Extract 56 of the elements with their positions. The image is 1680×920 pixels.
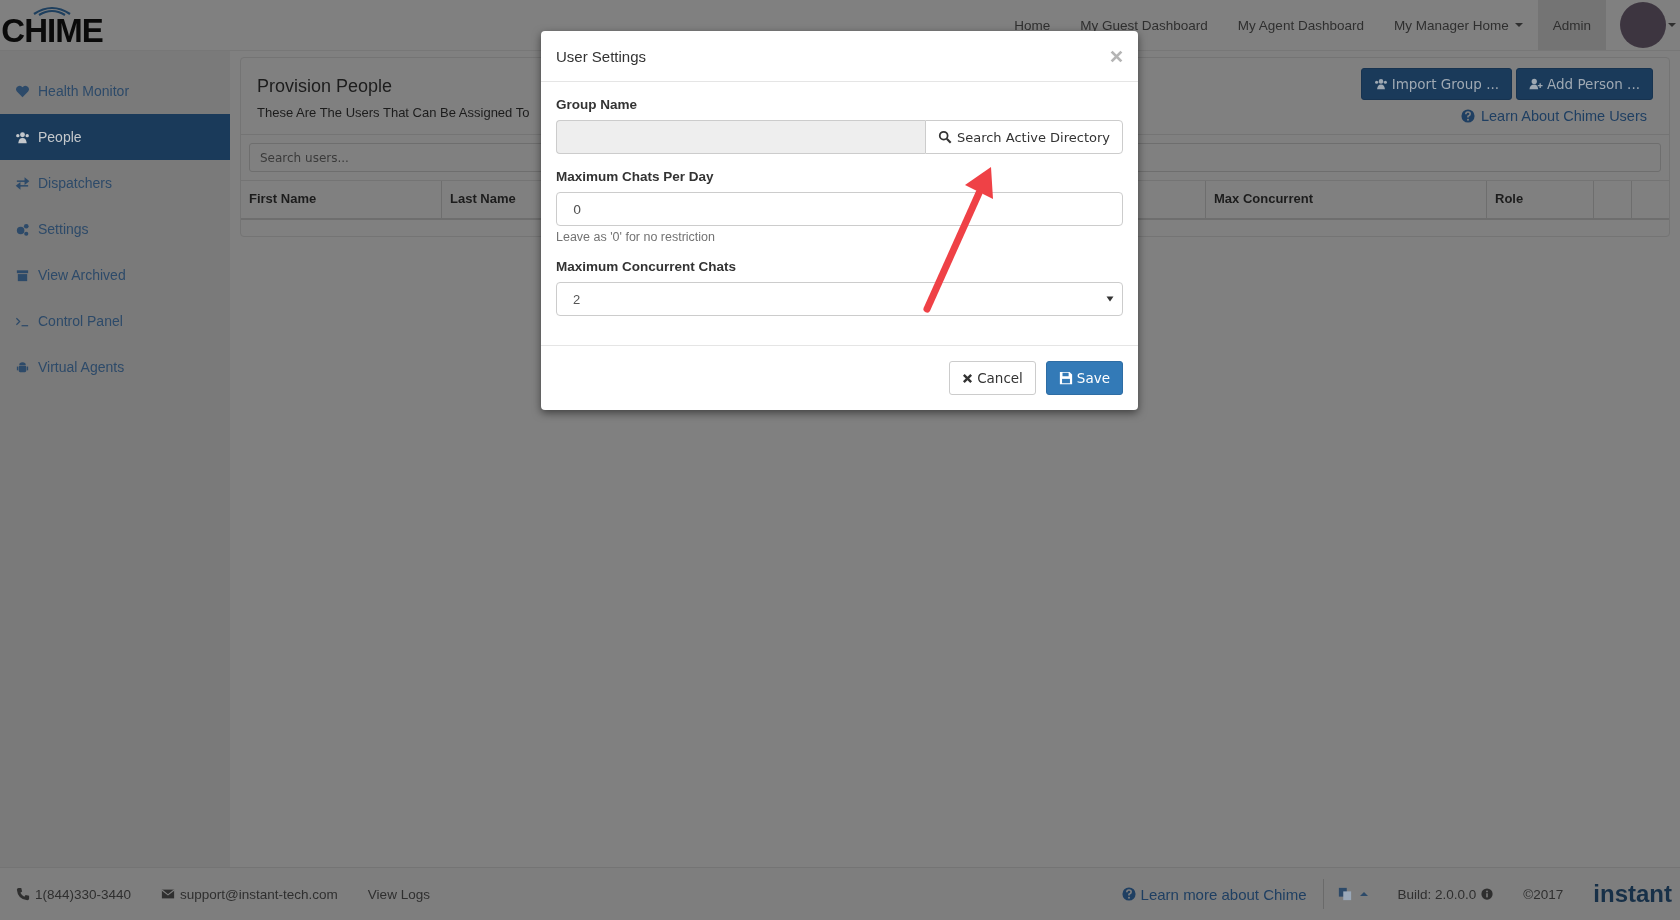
max-chats-field[interactable]: 0	[556, 192, 1123, 226]
help-link[interactable]: Learn About Chime Users	[1460, 108, 1647, 124]
language-button[interactable]	[1337, 887, 1368, 901]
chime-logo[interactable]: CHIME	[2, 0, 102, 46]
view-logs-link[interactable]: View Logs	[367, 886, 430, 902]
toolbar-button[interactable]: Import Group ...	[1360, 68, 1513, 100]
nav-link[interactable]: My Manager Home	[1378, 0, 1538, 50]
sidebar-item[interactable]: Settings	[0, 206, 230, 252]
info-icon	[1481, 888, 1494, 900]
field-label: Maximum Chats Per Day	[556, 169, 715, 184]
phone-icon	[16, 887, 30, 901]
caret-icon	[1106, 296, 1114, 302]
arrows-icon	[15, 175, 30, 191]
email-link[interactable]: support@instant-tech.com	[161, 886, 338, 902]
column-header: First Name	[241, 181, 442, 218]
learn-more-link[interactable]: Learn more about Chime	[1121, 885, 1307, 903]
users-icon	[1373, 77, 1388, 91]
nav-link[interactable]: My Agent Dashboard	[1222, 0, 1379, 50]
field-label: Maximum Concurrent Chats	[556, 259, 738, 274]
sidebar-item[interactable]: Dispatchers	[0, 160, 230, 206]
users-icon	[15, 129, 30, 145]
sidebar-item[interactable]: Health Monitor	[0, 68, 230, 114]
robot-icon	[15, 359, 30, 375]
question-icon	[1460, 109, 1475, 123]
save-button[interactable]: Save	[1045, 361, 1123, 395]
user-plus-icon	[1529, 77, 1544, 91]
toolbar-button[interactable]: Add Person ...	[1516, 68, 1653, 100]
archive-icon	[15, 267, 30, 283]
page-title: Provision People	[257, 76, 394, 97]
phone-number: 1(844)330-3440	[16, 886, 132, 902]
question-icon	[1121, 887, 1136, 901]
nav-link[interactable]: Admin	[1537, 0, 1606, 50]
sidebar-item[interactable]: People	[0, 114, 230, 160]
search-directory-button[interactable]: Search Active Directory	[924, 120, 1123, 154]
close-button[interactable]	[1110, 49, 1123, 63]
page-subtitle: These Are The Users That Can Be Assigned To	[257, 105, 530, 120]
instant-logo: instant	[1593, 880, 1672, 908]
sidebar-item[interactable]: View Archived	[0, 252, 230, 298]
column-header: Role	[1487, 181, 1594, 218]
envelope-icon	[161, 887, 176, 901]
build-version: Build: 2.0.0.0	[1397, 886, 1477, 902]
caret-icon[interactable]	[1668, 23, 1676, 27]
avatar[interactable]	[1620, 2, 1666, 48]
search-icon	[937, 130, 952, 144]
cancel-button[interactable]: Cancel	[949, 361, 1036, 395]
translate-icon	[1337, 887, 1352, 901]
copyright: ©2017	[1523, 886, 1564, 902]
close-icon	[962, 372, 974, 384]
sidebar-item[interactable]: Control Panel	[0, 298, 230, 344]
column-header: Max Concurrent	[1206, 181, 1487, 218]
heart-icon	[15, 83, 30, 99]
field-hint: Leave as '0' for no restriction	[556, 230, 717, 244]
field-label: Group Name	[556, 97, 638, 112]
concurrent-chats-select[interactable]: 2	[556, 282, 1123, 316]
sidebar-item[interactable]: Virtual Agents	[0, 344, 230, 390]
dialog-title: User Settings	[556, 47, 647, 65]
